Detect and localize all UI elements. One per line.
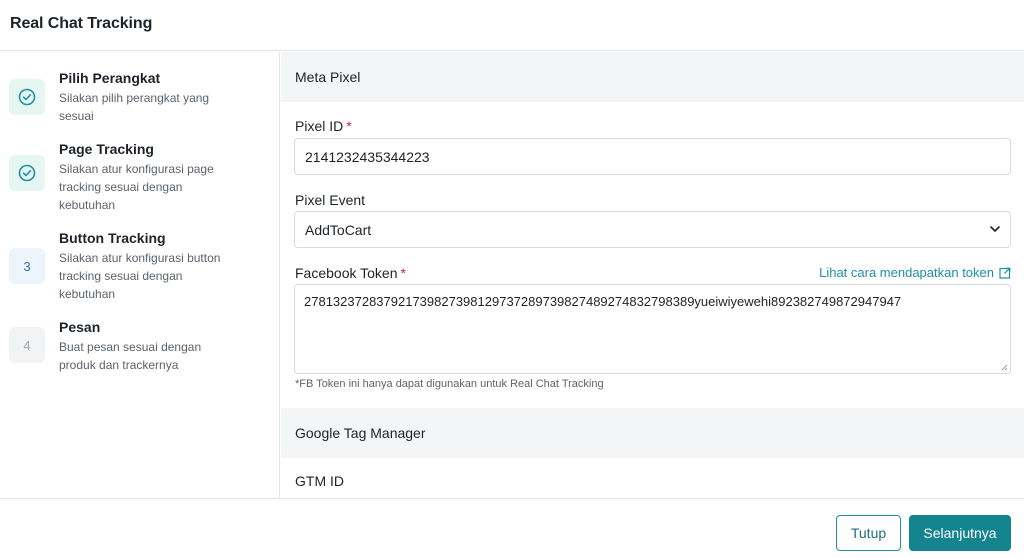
pixel-event-value: AddToCart	[305, 222, 372, 238]
step-title: Page Tracking	[59, 141, 154, 157]
gtm-section-header: Google Tag Manager	[281, 408, 1024, 458]
next-button[interactable]: Selanjutnya	[909, 515, 1011, 551]
facebook-token-label: Facebook Token *	[295, 265, 406, 281]
modal-header: Real Chat Tracking	[0, 0, 1024, 51]
section-title: Meta Pixel	[295, 69, 361, 85]
modal-title: Real Chat Tracking	[10, 15, 153, 32]
close-button[interactable]: Tutup	[836, 515, 901, 551]
required-mark: *	[346, 118, 352, 134]
modal-footer: Tutup Selanjutnya	[0, 498, 1024, 558]
required-mark: *	[400, 265, 406, 281]
pixel-event-select[interactable]: AddToCart	[294, 211, 1011, 248]
pixel-id-input[interactable]	[294, 138, 1011, 175]
form-panel: Meta Pixel Pixel ID* Pixel Event AddToCa…	[281, 52, 1024, 498]
external-link-icon	[999, 267, 1011, 279]
step-description: Buat pesan sesuai dengan produk dan trac…	[59, 340, 202, 372]
check-circle-icon	[9, 155, 45, 191]
step-title: Pesan	[59, 319, 101, 335]
step-description: Silakan atur konfigurasi button tracking…	[59, 251, 221, 301]
meta-pixel-section-header: Meta Pixel	[281, 52, 1024, 102]
resize-grip-icon[interactable]	[1000, 363, 1008, 371]
step-number-badge: 3	[9, 248, 45, 284]
stepper-sidebar: Pilih Perangkat Silakan pilih perangkat …	[0, 52, 280, 498]
pixel-event-label: Pixel Event	[295, 192, 366, 208]
gtm-id-label: GTM ID	[295, 473, 344, 489]
facebook-token-hint: *FB Token ini hanya dapat digunakan untu…	[295, 378, 604, 390]
step-number-badge: 4	[9, 327, 45, 363]
check-circle-icon	[9, 79, 45, 115]
step-title: Button Tracking	[59, 230, 166, 246]
step-description: Silakan atur konfigurasi page tracking s…	[59, 162, 214, 212]
facebook-token-textarea[interactable]: 2781323728379217398273981297372897398274…	[294, 284, 1011, 374]
step-description: Silakan pilih perangkat yang sesuai	[59, 91, 210, 123]
pixel-id-label: Pixel ID *	[295, 118, 352, 134]
section-title: Google Tag Manager	[295, 425, 426, 441]
chevron-down-icon	[990, 226, 1000, 232]
step-title: Pilih Perangkat	[59, 70, 161, 86]
token-help-link[interactable]: Lihat cara mendapatkan token	[819, 265, 1011, 280]
